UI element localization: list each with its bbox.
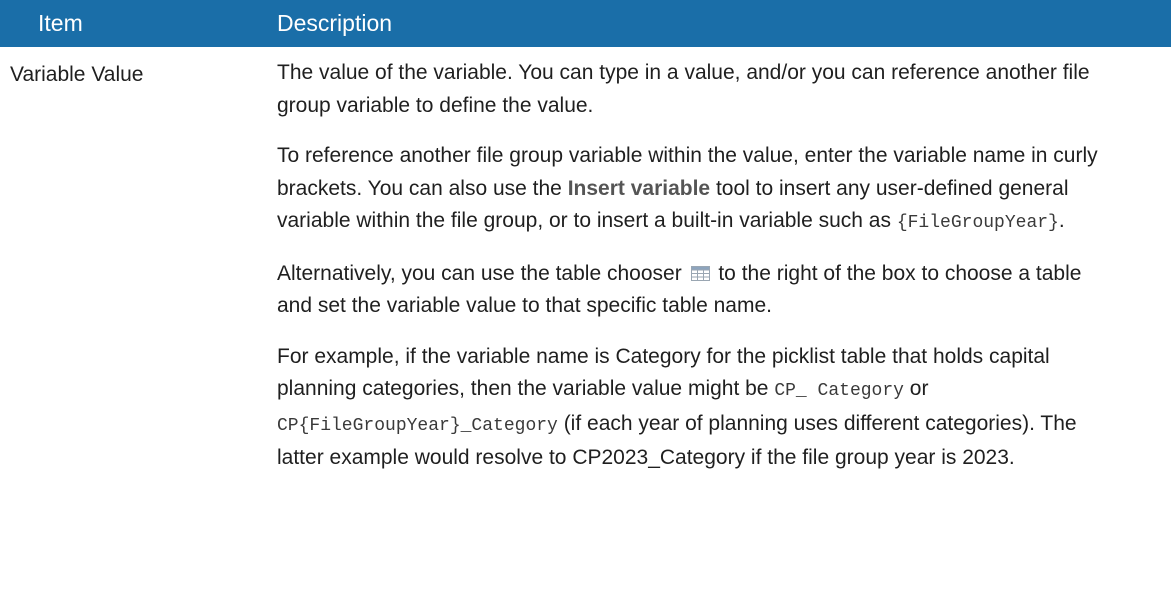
description-cell: The value of the variable. You can type … xyxy=(277,47,1171,493)
description-paragraph-4: For example, if the variable name is Cat… xyxy=(277,341,1121,475)
description-paragraph-3: Alternatively, you can use the table cho… xyxy=(277,258,1121,323)
text-segment: Alternatively, you can use the table cho… xyxy=(277,261,688,285)
text-segment: For example, if the variable name is Cat… xyxy=(277,344,1050,401)
item-cell: Variable Value xyxy=(10,63,144,86)
description-paragraph-2: To reference another file group variable… xyxy=(277,140,1121,240)
code-file-group-year: {FileGroupYear} xyxy=(896,213,1059,233)
insert-variable-ref: Insert variable xyxy=(567,176,711,200)
table-header: Item Description xyxy=(0,0,1171,47)
description-paragraph-1: The value of the variable. You can type … xyxy=(277,61,1090,117)
code-cp-year-category: CP{FileGroupYear}_Category xyxy=(277,415,558,436)
text-segment: . xyxy=(1058,209,1065,232)
header-item: Item xyxy=(38,10,83,36)
header-description: Description xyxy=(277,10,393,36)
table-row: Variable Value The value of the variable… xyxy=(0,47,1171,493)
text-segment: or xyxy=(903,377,929,400)
code-cp-category: CP_ Category xyxy=(774,381,904,401)
variable-table: Item Description Variable Value The valu… xyxy=(0,0,1171,493)
table-chooser-icon xyxy=(690,259,710,281)
